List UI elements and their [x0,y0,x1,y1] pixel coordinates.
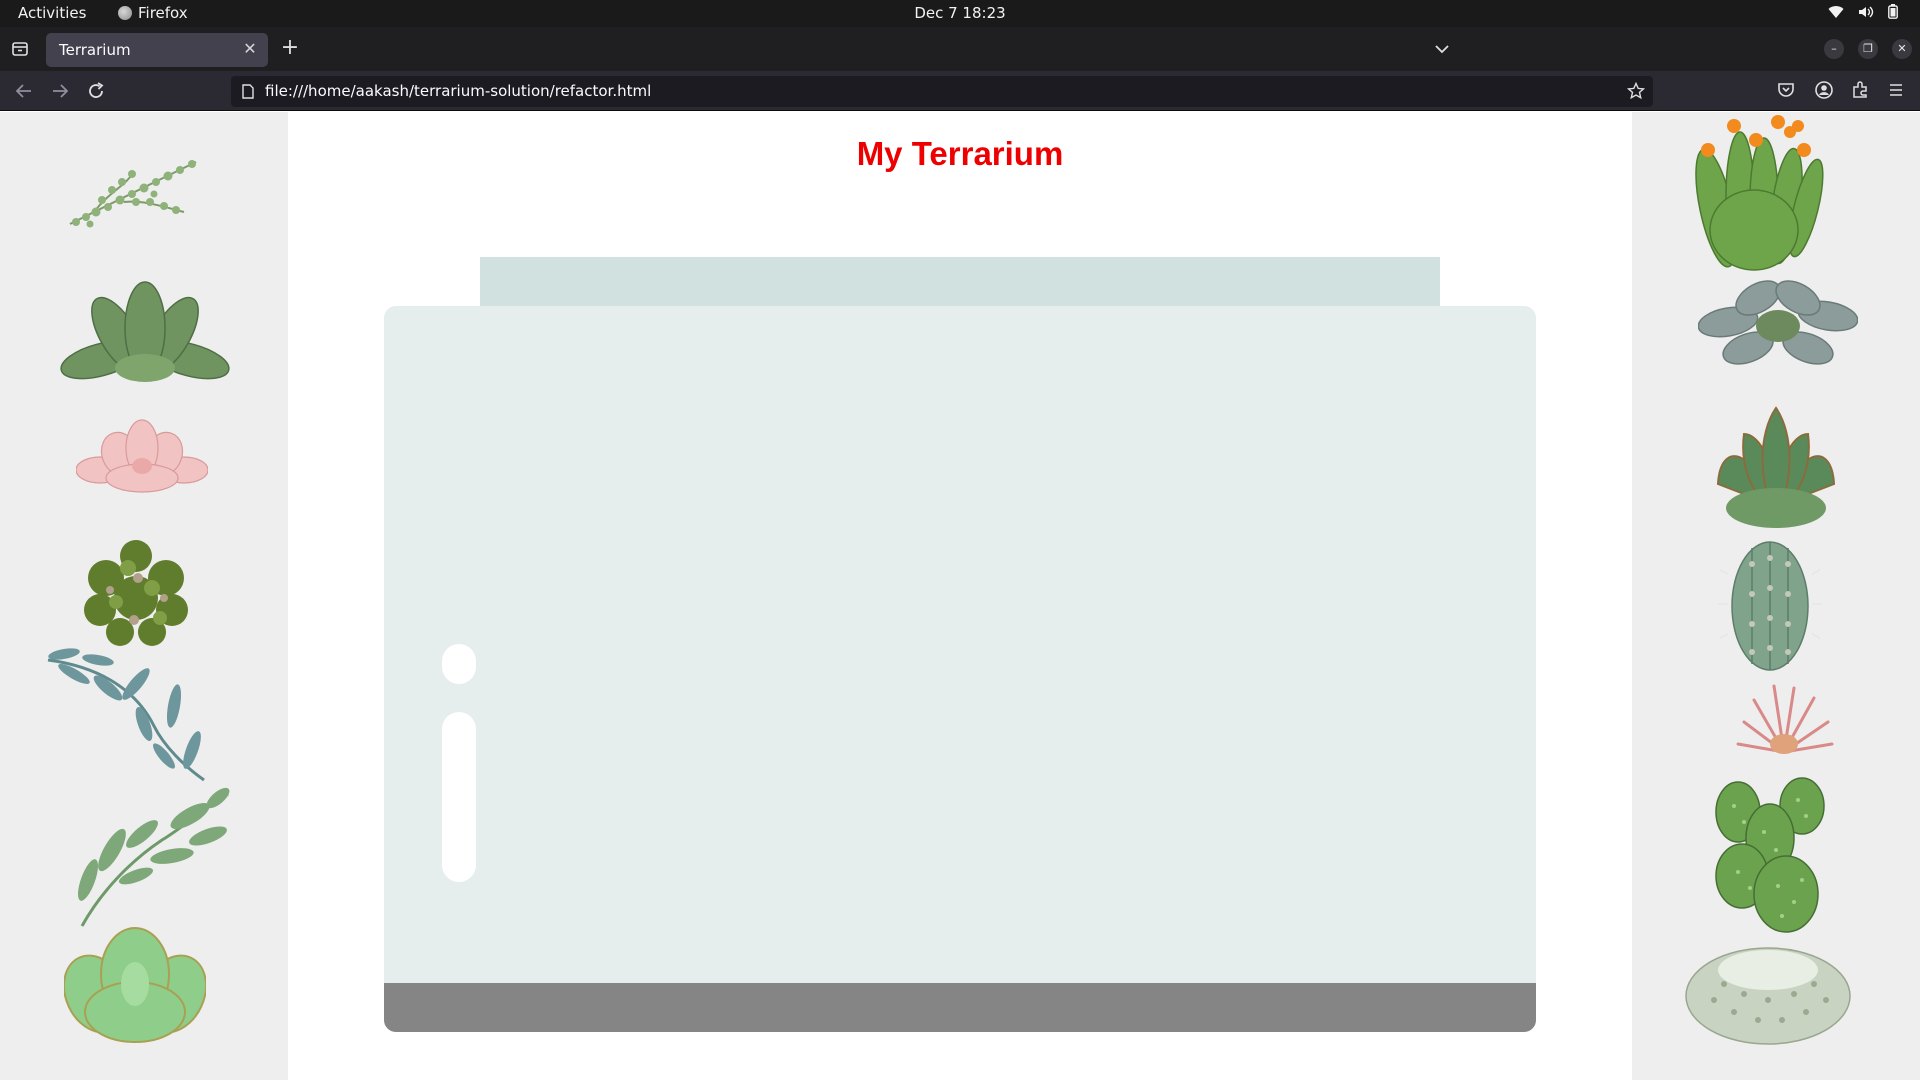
activities-button[interactable]: Activities [18,4,86,22]
tab-terrarium[interactable]: Terrarium ✕ [46,33,268,67]
back-arrow-icon[interactable] [12,79,36,103]
tab-title: Terrarium [59,41,131,59]
address-bar[interactable]: file:///home/aakash/terrarium-solution/r… [231,76,1653,107]
maximize-button[interactable]: ❐ [1858,39,1878,59]
plant2[interactable] [60,280,230,390]
page-viewport: My Terrarium [0,112,1920,1080]
battery-icon [1888,4,1898,19]
url-text: file:///home/aakash/terrarium-solution/r… [265,82,652,100]
reload-icon[interactable] [84,79,108,103]
pocket-icon[interactable] [1776,80,1796,100]
bookmark-star-icon[interactable] [1627,82,1645,100]
wifi-icon [1828,5,1844,18]
plant10[interactable] [1710,404,1842,532]
plant11[interactable] [1718,534,1822,674]
jar-glossy-short [442,644,476,684]
system-top-bar: Activities Firefox Dec 7 18:23 [0,0,1920,27]
extensions-icon[interactable] [1850,80,1870,100]
hamburger-menu-icon[interactable] [1886,80,1906,100]
jar-walls [384,306,1536,1032]
navigation-toolbar: file:///home/aakash/terrarium-solution/r… [0,71,1920,111]
clock[interactable]: Dec 7 18:23 [914,4,1005,22]
plant5[interactable] [44,646,214,784]
firefox-view-icon[interactable] [10,39,30,59]
minimize-button[interactable]: – [1824,39,1844,59]
plant8[interactable] [1694,112,1826,274]
app-name: Firefox [138,4,188,22]
plant7[interactable] [64,924,206,1046]
plant4[interactable] [76,538,196,648]
chevron-down-icon[interactable] [1432,39,1452,59]
close-tab-icon[interactable]: ✕ [240,39,260,59]
system-status-menu[interactable] [1828,4,1898,19]
plant9[interactable] [1698,274,1858,372]
plant12[interactable] [1734,682,1834,758]
page-icon [242,84,254,99]
plant6[interactable] [72,780,232,930]
account-icon[interactable] [1814,80,1834,100]
tab-strip: Terrarium ✕ + – ❐ ✕ [0,27,1920,71]
forward-arrow-icon[interactable] [48,79,72,103]
plant13[interactable] [1708,776,1832,934]
dirt [384,983,1536,1032]
volume-icon [1859,6,1874,17]
jar-glossy-long [442,712,476,882]
firefox-icon [118,6,132,20]
app-menu[interactable]: Firefox [118,4,188,22]
left-plant-container [0,112,288,1080]
plant14[interactable] [1684,940,1852,1046]
new-tab-button[interactable]: + [278,37,302,61]
close-window-button[interactable]: ✕ [1892,39,1912,59]
right-plant-container [1632,112,1920,1080]
plant3[interactable] [76,414,208,496]
jar-top [480,257,1440,307]
